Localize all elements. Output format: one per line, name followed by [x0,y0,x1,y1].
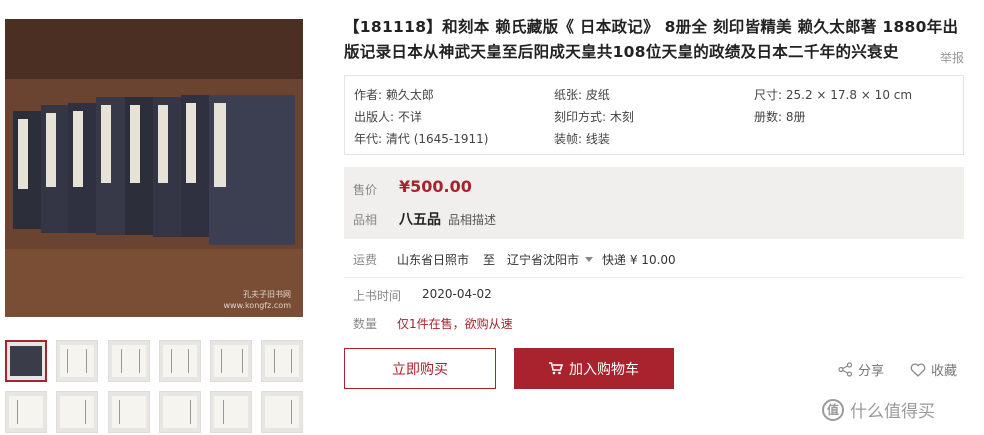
attr-volumes: 册数: 8册 [754,110,806,124]
watermark: 孔夫子旧书网 www.kongfz.com [223,290,291,310]
report-link[interactable]: 举报 [940,49,964,66]
shipping-row: 运费 山东省日照市 至 辽宁省沈阳市 快递 ¥ 10.00 [353,251,676,268]
add-to-cart-button[interactable]: 加入购物车 [514,348,674,389]
favorite-label: 收藏 [931,364,958,379]
product-title: 【181118】和刻本 赖氏藏版《 日本政记》 8册全 刻印皆精美 赖久太郎著 … [344,18,959,61]
attributes-table: 作者: 赖久太郎 纸张: 皮纸 尺寸: 25.2 × 17.8 × 10 cm … [344,75,964,155]
attr-publisher: 出版人: 不详 [354,110,422,124]
attr-size: 尺寸: 25.2 × 17.8 × 10 cm [754,88,913,102]
brand-name: 什么值得买 [850,402,935,422]
thumbnail-11[interactable] [210,391,252,433]
attr-author: 作者: 赖久太郎 [354,88,434,102]
brand-watermark: 值 什么值得买 [822,397,935,422]
thumbnail-10[interactable] [159,391,201,433]
heart-icon [910,363,926,377]
thumbnail-3[interactable] [108,340,150,382]
main-product-photo[interactable]: 孔夫子旧书网 www.kongfz.com [5,19,303,317]
thumbnail-9[interactable] [108,391,150,433]
chevron-down-icon[interactable] [585,257,594,262]
shipping-to-word: 至 [483,253,496,267]
cart-icon [549,362,563,375]
price-value: ¥500.00 [399,177,472,196]
attr-paper: 纸张: 皮纸 [554,88,610,102]
add-to-cart-label: 加入购物车 [569,361,639,378]
price-label: 售价 [353,183,378,197]
photo-books-illustration [5,19,303,317]
attr-print-method: 刻印方式: 木刻 [554,110,634,124]
quantity-value: 仅1件在售，欲购从速 [397,317,513,331]
shipping-method: 快递 ¥ 10.00 [602,253,676,267]
thumbnail-6[interactable] [261,340,303,382]
brand-logo-icon: 值 [822,398,844,421]
divider [344,277,964,278]
quantity-label: 数量 [353,317,378,331]
attr-binding: 装帧: 线装 [554,132,610,146]
listing-date-row: 上书时间 2020-04-02 [353,287,492,304]
attr-empty [754,128,954,150]
listing-date-value: 2020-04-02 [422,287,492,301]
grade-label: 品相 [353,213,378,227]
thumbnail-12[interactable] [261,391,303,433]
attributes-row: 作者: 赖久太郎 纸张: 皮纸 尺寸: 25.2 × 17.8 × 10 cm [354,84,954,106]
thumbnail-7[interactable] [5,391,47,433]
quantity-row: 数量 仅1件在售，欲购从速 [353,315,513,332]
share-icon [838,362,853,377]
price-panel: 售价 ¥500.00 品相 八五品 品相描述 [344,167,964,239]
share-button[interactable]: 分享 [838,360,884,379]
thumbnail-4[interactable] [159,340,201,382]
attributes-row: 年代: 清代 (1645-1911) 装帧: 线装 [354,128,954,150]
thumbnail-8[interactable] [56,391,98,433]
thumbnail-5[interactable] [210,340,252,382]
shipping-origin: 山东省日照市 [397,253,470,267]
thumbnail-2[interactable] [56,340,98,382]
listing-date-label: 上书时间 [353,289,402,303]
thumbnail-1[interactable] [5,340,47,382]
shipping-destination-select[interactable]: 辽宁省沈阳市 [507,251,579,268]
grade-description-link[interactable]: 品相描述 [448,211,496,228]
attr-era: 年代: 清代 (1645-1911) [354,132,489,146]
share-label: 分享 [858,364,885,379]
buy-now-button[interactable]: 立即购买 [344,348,496,389]
attributes-row: 出版人: 不详 刻印方式: 木刻 册数: 8册 [354,106,954,128]
favorite-button[interactable]: 收藏 [910,360,957,379]
grade-value: 八五品 [399,212,441,228]
shipping-label: 运费 [353,253,378,267]
